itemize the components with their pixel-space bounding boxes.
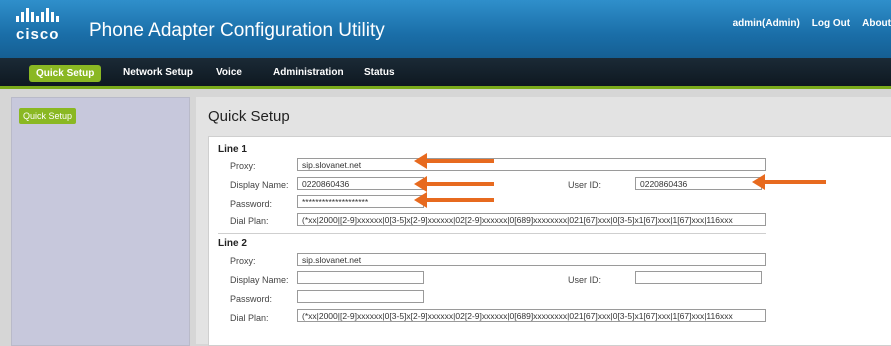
tab-voice[interactable]: Voice	[209, 65, 249, 80]
current-user: admin(Admin)	[732, 18, 800, 29]
annotation-arrow-password	[414, 192, 494, 208]
line1-display-name-input[interactable]: 0220860436	[297, 177, 424, 190]
line2-password-input[interactable]	[297, 290, 424, 303]
sidebar	[11, 97, 190, 346]
line-divider	[218, 233, 766, 234]
line1-password-label: Password:	[230, 199, 273, 209]
line1-proxy-label: Proxy:	[230, 161, 256, 171]
line2-display-name-input[interactable]	[297, 271, 424, 284]
annotation-arrow-user-id	[752, 174, 826, 190]
line1-password-input[interactable]: ********************	[297, 195, 424, 208]
line2-heading: Line 2	[218, 238, 247, 249]
line1-heading: Line 1	[218, 144, 247, 155]
annotation-arrow-proxy	[414, 153, 494, 169]
nav-divider	[0, 86, 891, 89]
line2-dial-plan-input[interactable]: (*xx|2000|[2-9]xxxxxx|0[3-5]x[2-9]xxxxxx…	[297, 309, 766, 322]
app-header: cisco Phone Adapter Configuration Utilit…	[0, 0, 891, 58]
tab-network-setup[interactable]: Network Setup	[116, 65, 200, 80]
logout-link[interactable]: Log Out	[812, 18, 850, 29]
line1-display-name-label: Display Name:	[230, 180, 289, 190]
page-title: Quick Setup	[208, 108, 290, 125]
line2-proxy-label: Proxy:	[230, 256, 256, 266]
tab-administration[interactable]: Administration	[266, 65, 351, 80]
sidebar-item-quick-setup[interactable]: Quick Setup	[19, 108, 77, 124]
annotation-arrow-display-name	[414, 176, 494, 192]
line1-user-id-input[interactable]: 0220860436	[635, 177, 762, 190]
line1-dial-plan-input[interactable]: (*xx|2000|[2-9]xxxxxx|0[3-5]x[2-9]xxxxxx…	[297, 213, 766, 226]
tab-status[interactable]: Status	[357, 65, 402, 80]
app-title: Phone Adapter Configuration Utility	[89, 20, 385, 41]
about-link[interactable]: About	[862, 18, 891, 29]
line1-user-id-label: User ID:	[568, 180, 602, 190]
cisco-logo: cisco	[16, 8, 70, 48]
line2-dial-plan-label: Dial Plan:	[230, 313, 269, 323]
line2-display-name-label: Display Name:	[230, 275, 289, 285]
line2-proxy-input[interactable]: sip.slovanet.net	[297, 253, 766, 266]
line2-user-id-input[interactable]	[635, 271, 762, 284]
main-nav: Quick Setup Network Setup Voice Administ…	[0, 58, 891, 88]
line1-dial-plan-label: Dial Plan:	[230, 216, 269, 226]
line2-user-id-label: User ID:	[568, 275, 602, 285]
user-links: admin(Admin) Log Out About	[733, 18, 891, 29]
line1-proxy-input[interactable]: sip.slovanet.net	[297, 158, 766, 171]
tab-quick-setup[interactable]: Quick Setup	[29, 65, 102, 82]
line2-password-label: Password:	[230, 294, 273, 304]
